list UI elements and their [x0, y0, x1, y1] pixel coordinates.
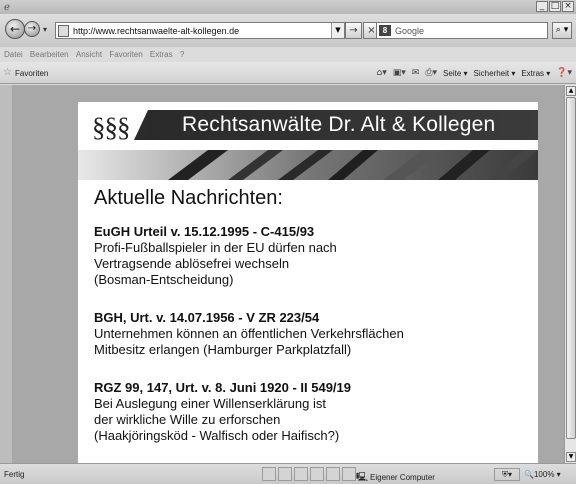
safety-menu[interactable]: Sicherheit ▾ — [474, 69, 516, 78]
vertical-scrollbar[interactable]: ▲ ▼ — [564, 85, 576, 463]
address-dropdown-icon[interactable]: ▼ — [331, 23, 344, 38]
forward-button[interactable]: → — [24, 21, 40, 37]
status-panels — [262, 467, 356, 481]
news-item-line: der wirkliche Wille zu erforschen — [94, 412, 281, 427]
news-item-line: (Haakjöringsköd - Walfisch oder Haifisch… — [94, 428, 340, 443]
print-icon[interactable]: ⎙▾ — [425, 68, 437, 78]
menu-help[interactable]: ? — [180, 47, 184, 62]
forward-arrow-icon: → — [27, 23, 37, 34]
search-placeholder: Google — [395, 26, 425, 36]
google-icon: 8 — [379, 25, 391, 36]
page-viewport: §§§ Rechtsanwälte Dr. Alt & Kollegen Akt… — [12, 85, 564, 463]
news-item-line: Bei Auslegung einer Willenserklärung ist — [94, 396, 326, 411]
minimize-button[interactable]: _ — [536, 1, 548, 12]
browser-icon: ℯ — [4, 2, 10, 13]
news-section: Aktuelle Nachrichten: EuGH Urteil v. 15.… — [94, 186, 524, 463]
back-arrow-icon: ← — [9, 22, 21, 36]
search-button[interactable]: ⌕ ▾ — [552, 22, 572, 39]
site-header: §§§ Rechtsanwälte Dr. Alt & Kollegen — [78, 102, 538, 150]
news-item: BGH, Urt. v. 14.07.1956 - V ZR 223/54 Un… — [94, 310, 524, 358]
header-banner-image — [78, 150, 538, 180]
status-text: Fertig — [4, 470, 25, 479]
title-bar: ℯ _ □ × — [0, 0, 576, 14]
news-item-title: BGH, Urt. v. 14.07.1956 - V ZR 223/54 — [94, 310, 320, 325]
menu-favorites[interactable]: Favoriten — [109, 47, 142, 62]
header-edge — [134, 110, 148, 140]
news-item-line: Profi-Fußballspieler in der EU dürfen na… — [94, 240, 337, 255]
news-item-title: EuGH Urteil v. 15.12.1995 - C-415/93 — [94, 224, 315, 239]
status-panel — [326, 467, 340, 481]
scroll-thumb[interactable] — [566, 97, 576, 439]
stop-icon: × — [367, 25, 376, 36]
computer-icon: 🖳 — [356, 473, 369, 483]
security-zone[interactable]: 🖳 Eigener Computer — [356, 470, 435, 484]
star-icon: ☆ — [3, 67, 12, 78]
news-item-line: Vertragsende ablösefrei wechseln — [94, 256, 290, 271]
menu-edit[interactable]: Bearbeiten — [30, 47, 69, 62]
refresh-icon: → — [349, 25, 358, 36]
menu-view[interactable]: Ansicht — [76, 47, 102, 62]
news-heading: Aktuelle Nachrichten: — [94, 187, 283, 209]
site-title: Rechtsanwälte Dr. Alt & Kollegen — [182, 113, 496, 136]
site-logo: §§§ — [92, 112, 130, 142]
status-panel — [342, 467, 356, 481]
tools-menu[interactable]: Extras ▾ — [521, 69, 550, 78]
close-button[interactable]: × — [562, 1, 574, 12]
menu-file[interactable]: Datei — [4, 47, 23, 62]
page-margin — [0, 85, 12, 463]
back-button[interactable]: ← — [5, 19, 25, 39]
protected-mode-icon[interactable]: ⛨▾ — [494, 468, 520, 481]
news-item-line: (Bosman-Entscheidung) — [94, 272, 234, 287]
news-item: EuGH Urteil v. 15.12.1995 - C-415/93 Pro… — [94, 224, 524, 288]
status-panel — [278, 467, 292, 481]
maximize-button[interactable]: □ — [549, 1, 561, 12]
command-bar: ⌂▾ ▣▾ ✉ ⎙▾ Seite ▾ Sicherheit ▾ Extras ▾… — [377, 68, 573, 78]
window-controls: _ □ × — [536, 1, 574, 12]
mail-icon[interactable]: ✉ — [412, 68, 420, 78]
menu-tools[interactable]: Extras — [150, 47, 173, 62]
help-icon[interactable]: ❓▾ — [556, 68, 572, 78]
refresh-button[interactable]: → — [345, 22, 362, 39]
news-item-title: RGZ 99, 147, Urt. v. 8. Juni 1920 - II 5… — [94, 380, 351, 395]
magnifier-icon: ⌕ — [555, 25, 561, 35]
favorites-bar: ☆ Favoriten ⌂▾ ▣▾ ✉ ⎙▾ Seite ▾ Sicherhei… — [0, 62, 576, 84]
address-bar[interactable]: http://www.rechtsanwaelte-alt-kollegen.d… — [55, 22, 345, 39]
zoom-control[interactable]: 🔍100% ▾ — [524, 470, 561, 479]
news-item: RGZ 99, 147, Urt. v. 8. Juni 1920 - II 5… — [94, 380, 524, 444]
feeds-icon[interactable]: ▣▾ — [393, 68, 406, 78]
address-text[interactable]: http://www.rechtsanwaelte-alt-kollegen.d… — [73, 26, 239, 36]
scroll-down-button[interactable]: ▼ — [566, 452, 576, 462]
status-panel — [294, 467, 308, 481]
scroll-up-button[interactable]: ▲ — [566, 86, 576, 96]
navigation-bar: ← → ▾ http://www.rechtsanwaelte-alt-koll… — [0, 14, 576, 47]
home-icon[interactable]: ⌂▾ — [377, 68, 387, 78]
page-icon — [58, 25, 69, 37]
status-panel — [310, 467, 324, 481]
favorites-button[interactable]: Favoriten — [15, 69, 48, 78]
menu-bar: Datei Bearbeiten Ansicht Favoriten Extra… — [0, 47, 576, 62]
news-item-line: Unternehmen können an öffentlichen Verke… — [94, 326, 404, 341]
status-bar: Fertig 🖳 Eigener Computer ⛨▾ 🔍100% ▾ — [0, 463, 576, 484]
search-input[interactable]: 8 Google — [376, 22, 548, 39]
website: §§§ Rechtsanwälte Dr. Alt & Kollegen Akt… — [78, 102, 538, 463]
news-item-line: Mitbesitz erlangen (Hamburger Parkplatzf… — [94, 342, 352, 357]
page-menu[interactable]: Seite ▾ — [443, 69, 467, 78]
history-dropdown-icon[interactable]: ▾ — [43, 25, 47, 34]
status-panel — [262, 467, 276, 481]
